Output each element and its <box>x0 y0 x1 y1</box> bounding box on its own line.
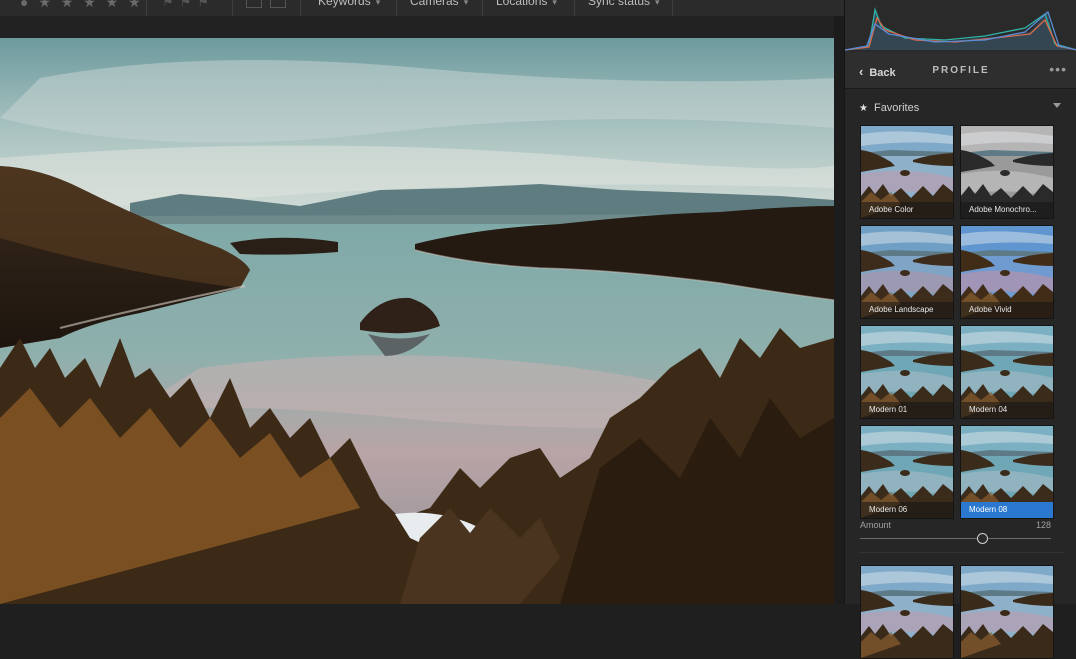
sync-status-menu[interactable]: Sync status ▾ <box>588 0 660 8</box>
toolbar-divider <box>232 0 233 16</box>
top-toolbar: ● ★ ★ ★ ★ ★ ⚑⚑⚑ Keywords ▾ Cameras ▾ Locat… <box>0 0 844 16</box>
flag-icons[interactable]: ⚑⚑⚑ <box>162 0 215 10</box>
section-label: Favorites <box>873 102 920 114</box>
toolbar-divider <box>300 0 301 16</box>
more-options-icon[interactable]: ••• <box>1049 61 1067 77</box>
thumbnail-image <box>961 566 1053 658</box>
amount-label: Amount <box>860 520 892 530</box>
profile-thumbnail[interactable]: Adobe Vivid <box>960 225 1054 319</box>
chevron-down-icon: ▾ <box>375 0 381 7</box>
star-icon: ★ <box>859 103 868 114</box>
profile-thumbnail[interactable] <box>860 565 954 659</box>
panel-gutter <box>834 16 844 604</box>
histogram-graph <box>845 6 1076 51</box>
amount-slider-track[interactable] <box>860 538 1051 539</box>
profile-thumbnail-label: Modern 04 <box>961 402 1053 418</box>
profile-thumbnail[interactable]: Adobe Monochro... <box>960 125 1054 219</box>
menu-label: Keywords <box>318 0 371 8</box>
favorites-section-header[interactable]: ★ Favorites <box>859 102 919 114</box>
panel-title: PROFILE <box>932 65 990 76</box>
chevron-down-icon: ▾ <box>552 0 557 7</box>
star-rating[interactable]: ● ★ ★ ★ ★ ★ <box>20 0 144 11</box>
toolbar-divider <box>396 0 397 16</box>
menu-label: Locations <box>496 0 548 8</box>
view-mode-icons[interactable] <box>246 0 294 13</box>
profile-header: ‹ Back PROFILE ••• <box>845 52 1076 89</box>
profile-thumbnail-label: Adobe Color <box>861 202 953 218</box>
histogram <box>845 0 1076 53</box>
menu-label: Sync status <box>588 0 651 8</box>
profile-thumbnail-label: Modern 06 <box>861 502 953 518</box>
filter-subbar <box>0 16 844 38</box>
profile-thumbnail[interactable]: Modern 08 <box>960 425 1054 519</box>
profile-thumbnail[interactable]: Adobe Color <box>860 125 954 219</box>
profile-thumbnail[interactable]: Modern 01 <box>860 325 954 419</box>
caret-down-icon[interactable] <box>1053 103 1061 108</box>
profile-thumbnail[interactable]: Adobe Landscape <box>860 225 954 319</box>
toolbar-divider <box>482 0 483 16</box>
chevron-down-icon: ▾ <box>463 0 469 7</box>
toolbar-divider <box>146 0 147 16</box>
profile-thumbnail-label: Adobe Monochro... <box>961 202 1053 218</box>
profile-thumbnail-label: Modern 08 <box>961 502 1053 518</box>
keywords-menu[interactable]: Keywords ▾ <box>318 0 380 8</box>
section-divider <box>859 552 1065 553</box>
square-icon[interactable] <box>270 0 286 8</box>
amount-value: 128 <box>1035 520 1051 530</box>
profile-thumbnail[interactable]: Modern 04 <box>960 325 1054 419</box>
locations-menu[interactable]: Locations ▾ <box>496 0 557 8</box>
amount-slider-handle[interactable] <box>977 533 989 544</box>
square-icon[interactable] <box>246 0 262 8</box>
main-photo[interactable] <box>0 38 834 604</box>
right-panel: ‹ Back PROFILE ••• ★ Favorites Adobe Color… <box>844 0 1076 659</box>
toolbar-divider <box>672 0 673 16</box>
profile-thumbnail-label: Adobe Landscape <box>861 302 953 318</box>
toolbar-divider <box>574 0 575 16</box>
photo-canvas <box>0 38 834 604</box>
profile-thumbnail-label: Adobe Vivid <box>961 302 1053 318</box>
profile-thumbnail[interactable]: Modern 06 <box>860 425 954 519</box>
profile-thumbnail[interactable] <box>960 565 1054 659</box>
cameras-menu[interactable]: Cameras ▾ <box>410 0 468 8</box>
chevron-down-icon: ▾ <box>655 0 660 7</box>
thumbnail-image <box>861 566 953 658</box>
profile-thumbnail-label: Modern 01 <box>861 402 953 418</box>
menu-label: Cameras <box>410 0 459 8</box>
